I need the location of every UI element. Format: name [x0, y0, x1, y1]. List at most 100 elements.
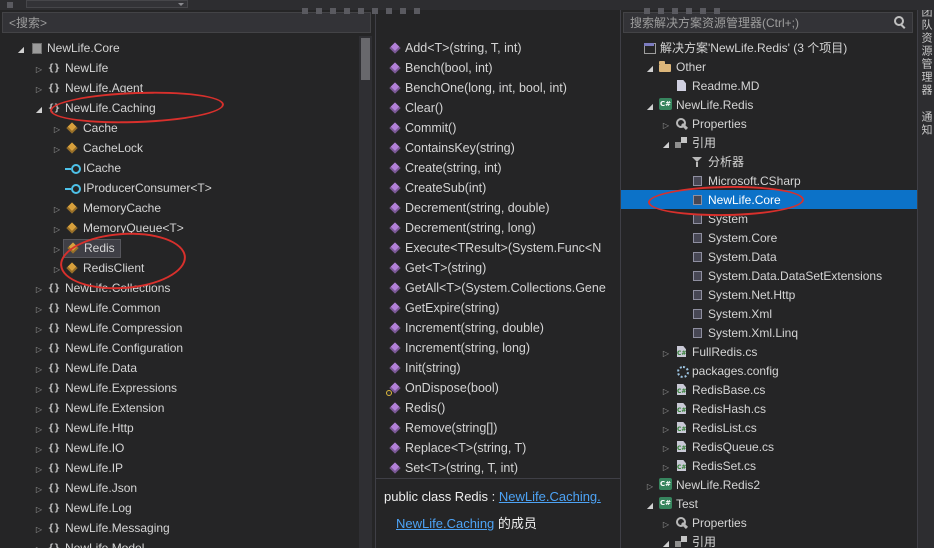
- member-item-init-string[interactable]: Init(string): [376, 358, 620, 378]
- member-item-benchone-long-int-bool-int[interactable]: BenchOne(long, int, bool, int): [376, 78, 620, 98]
- classview-item-newlife-expressions[interactable]: NewLife.Expressions: [0, 378, 375, 398]
- expander-collapsed-icon[interactable]: [659, 118, 673, 130]
- solution-item-newlife-redis[interactable]: NewLife.Redis: [621, 95, 917, 114]
- member-item-getexpire-string[interactable]: GetExpire(string): [376, 298, 620, 318]
- expander-collapsed-icon[interactable]: [32, 542, 46, 548]
- solution-item-system-xml[interactable]: System.Xml: [621, 304, 917, 323]
- solution-item-system-xml-linq[interactable]: System.Xml.Linq: [621, 323, 917, 342]
- solution-item-item-26[interactable]: 引用: [621, 532, 917, 548]
- member-item-set-t-string-t-int[interactable]: Set<T>(string, T, int): [376, 458, 620, 478]
- classview-item-newlife[interactable]: NewLife: [0, 58, 375, 78]
- expander-collapsed-icon[interactable]: [32, 342, 46, 354]
- classview-item-newlife-extension[interactable]: NewLife.Extension: [0, 398, 375, 418]
- expander-expanded-icon[interactable]: [659, 536, 673, 548]
- classview-item-iproducerconsumer-t[interactable]: IProducerConsumer<T>: [0, 178, 375, 198]
- classview-item-memoryqueue-t[interactable]: MemoryQueue<T>: [0, 218, 375, 238]
- solution-item-system-core[interactable]: System.Core: [621, 228, 917, 247]
- solution-item-redisbase-cs[interactable]: RedisBase.cs: [621, 380, 917, 399]
- expander-collapsed-icon[interactable]: [32, 382, 46, 394]
- expander-expanded-icon[interactable]: [643, 99, 657, 111]
- expander-collapsed-icon[interactable]: [32, 302, 46, 314]
- member-item-containskey-string[interactable]: ContainsKey(string): [376, 138, 620, 158]
- expander-collapsed-icon[interactable]: [32, 62, 46, 74]
- member-item-commit[interactable]: Commit(): [376, 118, 620, 138]
- classview-item-newlife-model[interactable]: NewLife.Model: [0, 538, 375, 548]
- toolbar-icon[interactable]: [372, 8, 378, 14]
- tab-team-explorer[interactable]: 团队资源管理器: [918, 6, 934, 97]
- expander-collapsed-icon[interactable]: [50, 242, 64, 254]
- tab-notifications[interactable]: 通知: [918, 111, 934, 137]
- member-item-decrement-string-long[interactable]: Decrement(string, long): [376, 218, 620, 238]
- expander-collapsed-icon[interactable]: [32, 502, 46, 514]
- toolbar-icon[interactable]: [358, 8, 364, 14]
- member-item-ondispose-bool[interactable]: OnDispose(bool): [376, 378, 620, 398]
- expander-collapsed-icon[interactable]: [32, 422, 46, 434]
- solution-item-redislist-cs[interactable]: RedisList.cs: [621, 418, 917, 437]
- expander-collapsed-icon[interactable]: [50, 262, 64, 274]
- expander-expanded-icon[interactable]: [643, 498, 657, 510]
- classview-item-newlife-io[interactable]: NewLife.IO: [0, 438, 375, 458]
- classview-item-newlife-core[interactable]: NewLife.Core: [0, 38, 375, 58]
- classview-item-newlife-common[interactable]: NewLife.Common: [0, 298, 375, 318]
- namespace-link[interactable]: NewLife.Caching: [396, 516, 494, 531]
- solution-item-item-5[interactable]: 引用: [621, 133, 917, 152]
- member-item-redis[interactable]: Redis(): [376, 398, 620, 418]
- solution-item-newlife-redis-3[interactable]: 解决方案'NewLife.Redis' (3 个项目): [621, 38, 917, 57]
- solution-item-redisqueue-cs[interactable]: RedisQueue.cs: [621, 437, 917, 456]
- toolbar-icon[interactable]: [302, 8, 308, 14]
- expander-collapsed-icon[interactable]: [32, 482, 46, 494]
- toolbar-icon[interactable]: [386, 8, 392, 14]
- classview-item-newlife-json[interactable]: NewLife.Json: [0, 478, 375, 498]
- solution-item-packages-config[interactable]: packages.config: [621, 361, 917, 380]
- toolbar-icon[interactable]: [644, 8, 650, 14]
- classview-item-cache[interactable]: Cache: [0, 118, 375, 138]
- solution-item-newlife-redis2[interactable]: NewLife.Redis2: [621, 475, 917, 494]
- member-item-getall-t-system-collections-gene[interactable]: GetAll<T>(System.Collections.Gene: [376, 278, 620, 298]
- expander-collapsed-icon[interactable]: [659, 441, 673, 453]
- expander-expanded-icon[interactable]: [14, 42, 28, 54]
- toolbar-icon[interactable]: [714, 8, 720, 14]
- solution-item-other[interactable]: Other: [621, 57, 917, 76]
- solution-item-properties[interactable]: Properties: [621, 513, 917, 532]
- expander-collapsed-icon[interactable]: [32, 462, 46, 474]
- expander-collapsed-icon[interactable]: [659, 384, 673, 396]
- toolbar-icon[interactable]: [414, 8, 420, 14]
- toolbar-icon[interactable]: [316, 8, 322, 14]
- solution-item-fullredis-cs[interactable]: FullRedis.cs: [621, 342, 917, 361]
- expander-expanded-icon[interactable]: [643, 61, 657, 73]
- expander-collapsed-icon[interactable]: [32, 82, 46, 94]
- toolbar-icon[interactable]: [658, 8, 664, 14]
- solution-item-microsoft-csharp[interactable]: Microsoft.CSharp: [621, 171, 917, 190]
- classview-item-newlife-configuration[interactable]: NewLife.Configuration: [0, 338, 375, 358]
- toolbar-icon[interactable]: [344, 8, 350, 14]
- member-item-clear[interactable]: Clear(): [376, 98, 620, 118]
- expander-collapsed-icon[interactable]: [50, 222, 64, 234]
- expander-collapsed-icon[interactable]: [32, 362, 46, 374]
- expander-collapsed-icon[interactable]: [50, 202, 64, 214]
- solution-item-system-data-datasetextensions[interactable]: System.Data.DataSetExtensions: [621, 266, 917, 285]
- solution-item-newlife-core[interactable]: NewLife.Core: [621, 190, 917, 209]
- member-item-decrement-string-double[interactable]: Decrement(string, double): [376, 198, 620, 218]
- classview-item-memorycache[interactable]: MemoryCache: [0, 198, 375, 218]
- expander-collapsed-icon[interactable]: [50, 142, 64, 154]
- member-item-execute-tresult-system-func-n[interactable]: Execute<TResult>(System.Func<N: [376, 238, 620, 258]
- solution-item-test[interactable]: Test: [621, 494, 917, 513]
- classview-item-newlife-collections[interactable]: NewLife.Collections: [0, 278, 375, 298]
- toolbar-icon[interactable]: [400, 8, 406, 14]
- classview-item-newlife-messaging[interactable]: NewLife.Messaging: [0, 518, 375, 538]
- expander-expanded-icon[interactable]: [659, 137, 673, 149]
- member-item-increment-string-long[interactable]: Increment(string, long): [376, 338, 620, 358]
- solution-item-properties[interactable]: Properties: [621, 114, 917, 133]
- classview-item-redisclient[interactable]: RedisClient: [0, 258, 375, 278]
- solution-item-system-net-http[interactable]: System.Net.Http: [621, 285, 917, 304]
- toolbar-icon[interactable]: [330, 8, 336, 14]
- classview-item-newlife-caching[interactable]: NewLife.Caching: [0, 98, 375, 118]
- member-item-bench-bool-int[interactable]: Bench(bool, int): [376, 58, 620, 78]
- member-item-get-t-string[interactable]: Get<T>(string): [376, 258, 620, 278]
- classview-item-newlife-ip[interactable]: NewLife.IP: [0, 458, 375, 478]
- classview-item-newlife-compression[interactable]: NewLife.Compression: [0, 318, 375, 338]
- expander-collapsed-icon[interactable]: [32, 442, 46, 454]
- toolbar-icon[interactable]: [672, 8, 678, 14]
- expander-collapsed-icon[interactable]: [659, 403, 673, 415]
- solution-item-item-6[interactable]: 分析器: [621, 152, 917, 171]
